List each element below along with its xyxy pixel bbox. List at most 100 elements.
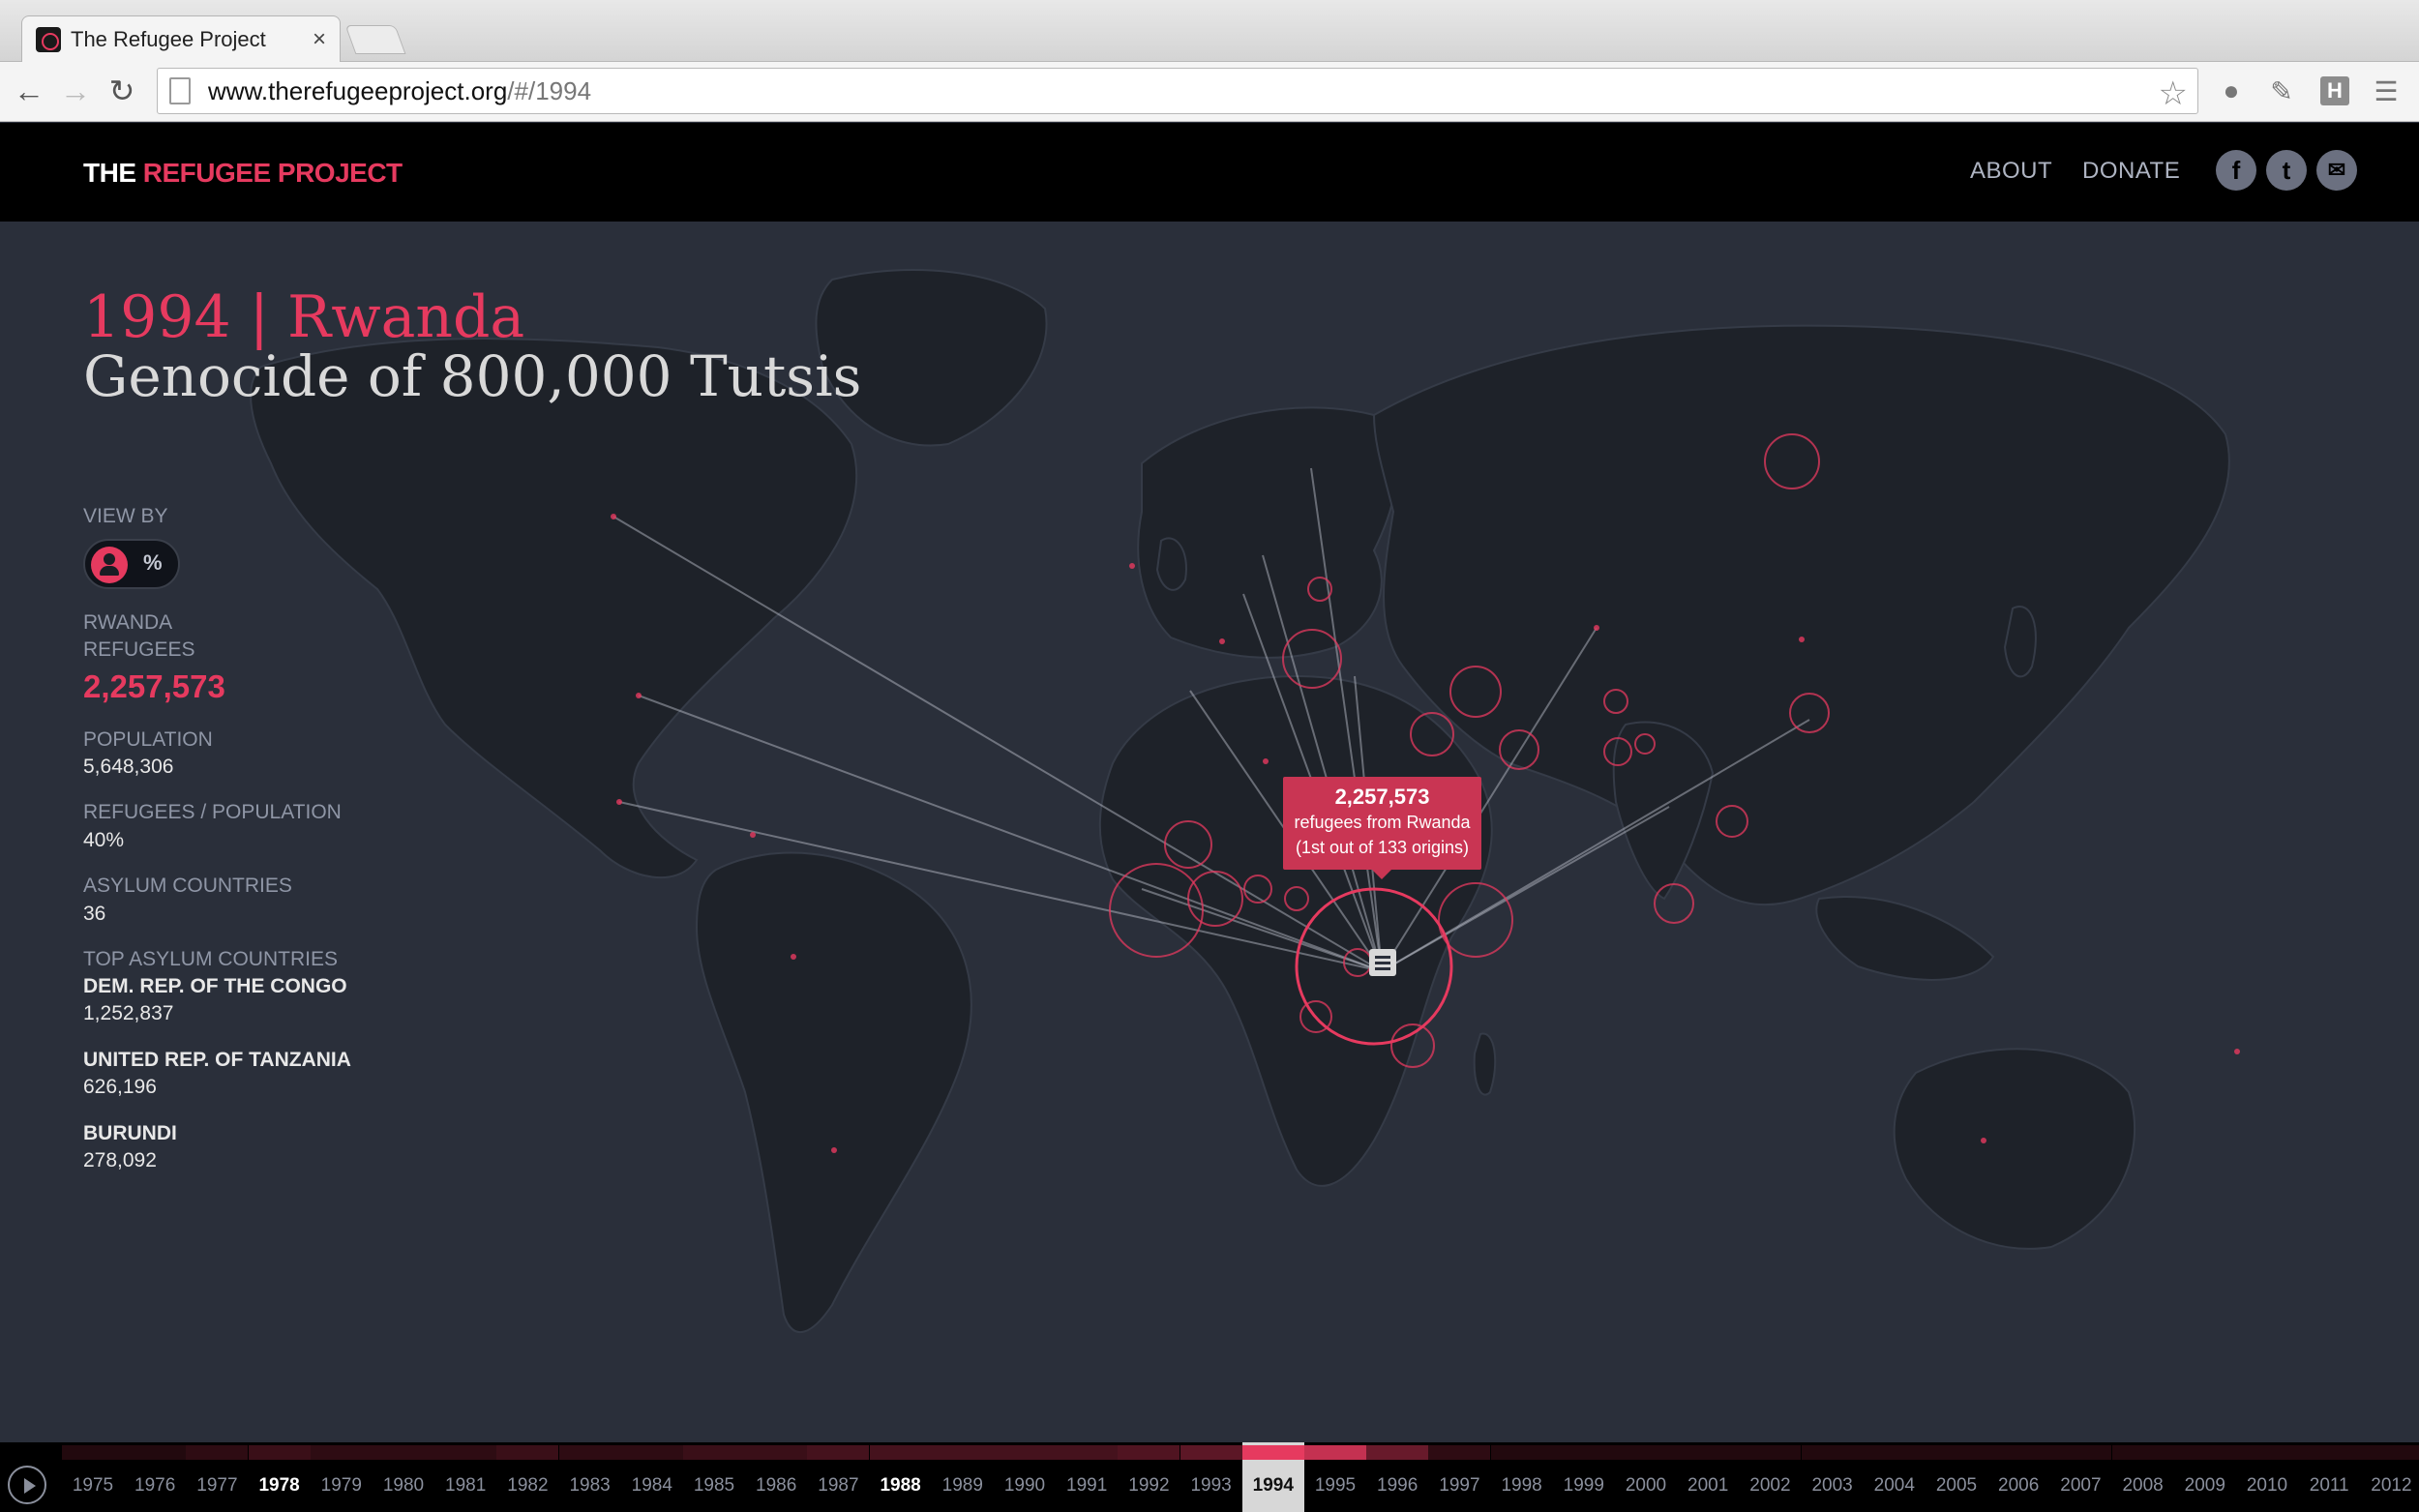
- timeline-year-2012[interactable]: 2012: [2360, 1442, 2419, 1512]
- timeline-year-1982[interactable]: 1982: [496, 1442, 559, 1512]
- timeline-year-1993[interactable]: 1993: [1180, 1442, 1242, 1512]
- site-logo[interactable]: THE REFUGEE PROJECT: [83, 158, 403, 189]
- timeline-year-2005[interactable]: 2005: [1926, 1442, 1987, 1512]
- extension-pen-icon[interactable]: ✎: [2264, 74, 2299, 108]
- year-intensity-bar: [1180, 1445, 1242, 1460]
- timeline-year-1976[interactable]: 1976: [124, 1442, 187, 1512]
- mail-icon[interactable]: ✉: [2316, 150, 2357, 191]
- timeline-year-1984[interactable]: 1984: [620, 1442, 683, 1512]
- year-label: 1995: [1314, 1475, 1357, 1496]
- timeline-year-1997[interactable]: 1997: [1428, 1442, 1491, 1512]
- year-label: 2002: [1749, 1475, 1791, 1496]
- timeline-year-2003[interactable]: 2003: [1801, 1442, 1864, 1512]
- timeline-year-1991[interactable]: 1991: [1056, 1442, 1119, 1512]
- person-icon[interactable]: [91, 547, 128, 583]
- forward-arrow-icon[interactable]: →: [56, 72, 95, 110]
- australia: [1893, 1048, 2136, 1250]
- story-document-icon[interactable]: [1369, 949, 1396, 976]
- timeline-year-2004[interactable]: 2004: [1863, 1442, 1926, 1512]
- timeline-year-1994[interactable]: 1994: [1241, 1442, 1304, 1512]
- year-label: 1983: [569, 1475, 611, 1496]
- year-label: 1976: [134, 1475, 176, 1496]
- facebook-icon[interactable]: f: [2216, 150, 2256, 191]
- top-country-name[interactable]: DEM. REP. OF THE CONGO: [83, 975, 347, 998]
- play-icon[interactable]: [8, 1466, 46, 1504]
- year-intensity-bar: [1677, 1445, 1740, 1460]
- year-label: 2011: [2309, 1475, 2349, 1496]
- timeline-year-1985[interactable]: 1985: [683, 1442, 745, 1512]
- timeline-year-1979[interactable]: 1979: [310, 1442, 373, 1512]
- nav-about-link[interactable]: ABOUT: [1970, 158, 2052, 185]
- year-label: 1975: [72, 1475, 114, 1496]
- timeline-year-2006[interactable]: 2006: [1987, 1442, 2050, 1512]
- year-label: 2009: [2184, 1475, 2225, 1496]
- timeline-year-1978[interactable]: 1978: [248, 1442, 311, 1512]
- timeline-year-1980[interactable]: 1980: [373, 1442, 434, 1512]
- view-by-label: VIEW BY: [83, 505, 168, 527]
- timeline-year-1989[interactable]: 1989: [931, 1442, 994, 1512]
- timeline-year-1987[interactable]: 1987: [807, 1442, 870, 1512]
- year-intensity-bar: [745, 1445, 808, 1460]
- timeline-year-2001[interactable]: 2001: [1677, 1442, 1740, 1512]
- timeline-year-1996[interactable]: 1996: [1366, 1442, 1429, 1512]
- percent-icon[interactable]: %: [143, 550, 163, 576]
- year-label: 1977: [196, 1475, 238, 1496]
- landmasses: [250, 269, 2230, 1334]
- timeline-year-2002[interactable]: 2002: [1739, 1442, 1802, 1512]
- top-country-name[interactable]: BURUNDI: [83, 1122, 177, 1145]
- bookmark-star-icon[interactable]: ☆: [2159, 74, 2188, 113]
- year-label: 1996: [1377, 1475, 1419, 1496]
- reload-icon[interactable]: ↻: [103, 72, 141, 110]
- timeline-year-1990[interactable]: 1990: [994, 1442, 1056, 1512]
- view-by-toggle[interactable]: %: [83, 539, 180, 589]
- population-value: 5,648,306: [83, 756, 174, 778]
- timeline-year-1975[interactable]: 1975: [62, 1442, 124, 1512]
- favicon-icon: [36, 26, 61, 52]
- world-map[interactable]: 1994 | Rwanda Genocide of 800,000 Tutsis…: [0, 222, 2419, 1442]
- year-intensity-bar: [1987, 1445, 2050, 1460]
- browser-tab[interactable]: The Refugee Project ×: [21, 15, 341, 62]
- year-label: 2005: [1935, 1475, 1978, 1496]
- timeline-year-2011[interactable]: 2011: [2298, 1442, 2361, 1512]
- year-intensity-bar: [807, 1445, 870, 1460]
- timeline-year-1999[interactable]: 1999: [1552, 1442, 1615, 1512]
- year-intensity-bar: [2298, 1445, 2361, 1460]
- year-label: 1999: [1563, 1475, 1604, 1496]
- timeline-year-1981[interactable]: 1981: [434, 1442, 497, 1512]
- timeline-year-1998[interactable]: 1998: [1490, 1442, 1553, 1512]
- top-country-value: 626,196: [83, 1076, 157, 1098]
- extension-h-icon[interactable]: H: [2320, 76, 2349, 105]
- twitter-icon[interactable]: t: [2266, 150, 2307, 191]
- asylum-countries-value: 36: [83, 903, 106, 925]
- timeline-year-1983[interactable]: 1983: [558, 1442, 621, 1512]
- address-bar[interactable]: www.therefugeeproject.org/#/1994 ☆: [157, 68, 2198, 114]
- new-tab-button[interactable]: [344, 25, 406, 54]
- timeline-year-2008[interactable]: 2008: [2111, 1442, 2174, 1512]
- timeline-year-2000[interactable]: 2000: [1615, 1442, 1677, 1512]
- timeline-year-1992[interactable]: 1992: [1118, 1442, 1180, 1512]
- year-label: 2001: [1687, 1475, 1729, 1496]
- year-intensity-bar: [1056, 1445, 1119, 1460]
- timeline-year-1988[interactable]: 1988: [869, 1442, 932, 1512]
- page-icon: [169, 77, 191, 104]
- tab-close-icon[interactable]: ×: [313, 26, 326, 53]
- year-intensity-bar: [373, 1445, 434, 1460]
- year-label: 2006: [1998, 1475, 2040, 1496]
- timeline-year-1995[interactable]: 1995: [1304, 1442, 1366, 1512]
- timeline-year-2007[interactable]: 2007: [2049, 1442, 2112, 1512]
- menu-hamburger-icon[interactable]: ☰: [2369, 74, 2404, 108]
- timeline-year-1986[interactable]: 1986: [745, 1442, 808, 1512]
- timeline-year-2009[interactable]: 2009: [2173, 1442, 2236, 1512]
- year-intensity-bar: [1490, 1445, 1553, 1460]
- year-label: 1985: [693, 1475, 735, 1496]
- back-arrow-icon[interactable]: ←: [10, 72, 48, 110]
- extension-drop-icon[interactable]: ●: [2214, 74, 2249, 108]
- year-label: 1988: [880, 1475, 921, 1496]
- nav-donate-link[interactable]: DONATE: [2082, 158, 2180, 185]
- timeline-year-2010[interactable]: 2010: [2236, 1442, 2298, 1512]
- timeline-year-1977[interactable]: 1977: [186, 1442, 249, 1512]
- story-title-year-country: 1994 | Rwanda: [83, 283, 525, 351]
- year-intensity-bar: [2236, 1445, 2298, 1460]
- year-intensity-bar: [2173, 1445, 2236, 1460]
- top-country-name[interactable]: UNITED REP. OF TANZANIA: [83, 1049, 351, 1072]
